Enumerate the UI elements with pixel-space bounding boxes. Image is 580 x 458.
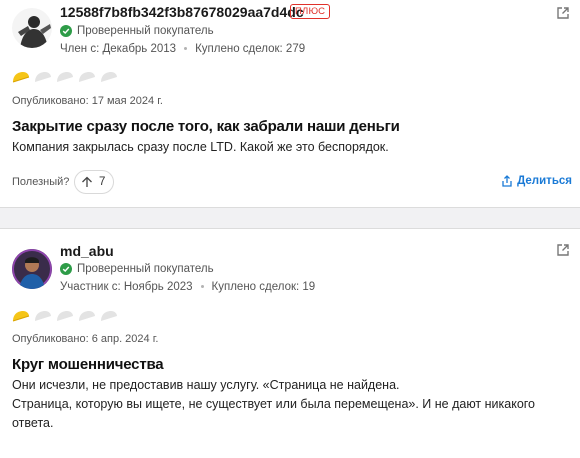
- helpful-label: Полезный?: [12, 176, 70, 188]
- reviewer-username[interactable]: 12588f7b8fb342f3b87678029aa7d4dc: [60, 4, 304, 20]
- rating: [12, 310, 122, 322]
- taco-rating-icon: [35, 72, 51, 82]
- review-title: Круг мошенничества: [12, 356, 164, 373]
- verified-label: Проверенный покупатель: [77, 263, 214, 275]
- purchase-count: Куплено сделок: 19: [211, 281, 316, 293]
- avatar[interactable]: [12, 249, 52, 289]
- taco-rating-icon: [79, 311, 95, 321]
- external-link-icon[interactable]: [556, 243, 570, 257]
- review-card: 12588f7b8fb342f3b87678029aa7d4dc ПЛЮС Пр…: [0, 0, 580, 208]
- purchase-count: Куплено сделок: 279: [195, 43, 306, 55]
- published-date: Опубликовано: 17 мая 2024 г.: [12, 95, 163, 107]
- review-card: md_abu Проверенный покупатель Участник с…: [0, 228, 580, 458]
- review-body: Они исчезли, не предоставив нашу услугу.…: [12, 376, 568, 433]
- review-body-line: Страница, которую вы ищете, не существуе…: [12, 397, 536, 411]
- review-body-line: Они исчезли, не предоставив нашу услугу.…: [12, 378, 400, 392]
- helpful-count: 7: [99, 176, 106, 188]
- member-since: Член с: Декабрь 2013: [60, 43, 177, 55]
- reviewer-meta: Член с: Декабрь 2013 Куплено сделок: 279: [60, 43, 305, 55]
- reviewer-username[interactable]: md_abu: [60, 243, 114, 259]
- rating: [12, 71, 122, 83]
- verified-buyer: Проверенный покупатель: [60, 25, 214, 37]
- avatar[interactable]: [12, 8, 52, 48]
- reviewer-meta: Участник с: Ноябрь 2023 Куплено сделок: 1…: [60, 281, 315, 293]
- taco-rating-icon: [101, 72, 117, 82]
- taco-rating-icon: [12, 72, 30, 83]
- upvote-arrow-icon: [82, 176, 92, 187]
- share-label: Делиться: [517, 175, 572, 187]
- taco-rating-icon: [57, 311, 73, 321]
- taco-rating-icon: [79, 72, 95, 82]
- taco-rating-icon: [12, 311, 30, 322]
- published-date: Опубликовано: 6 апр. 2024 г.: [12, 333, 159, 345]
- verified-label: Проверенный покупатель: [77, 25, 214, 37]
- external-link-icon[interactable]: [556, 6, 570, 20]
- member-since: Участник с: Ноябрь 2023: [60, 281, 193, 293]
- plus-badge: ПЛЮС: [290, 4, 331, 19]
- share-icon: [502, 175, 512, 187]
- taco-rating-icon: [57, 72, 73, 82]
- verified-buyer: Проверенный покупатель: [60, 263, 214, 275]
- taco-rating-icon: [101, 311, 117, 321]
- review-body-line: ответа.: [12, 416, 54, 430]
- share-button[interactable]: Делиться: [501, 175, 572, 187]
- check-icon: [60, 25, 72, 37]
- review-body: Компания закрылась сразу после LTD. Како…: [12, 140, 389, 154]
- review-title: Закрытие сразу после того, как забрали н…: [12, 118, 400, 135]
- upvote-button[interactable]: 7: [74, 170, 115, 194]
- check-icon: [60, 263, 72, 275]
- taco-rating-icon: [35, 311, 51, 321]
